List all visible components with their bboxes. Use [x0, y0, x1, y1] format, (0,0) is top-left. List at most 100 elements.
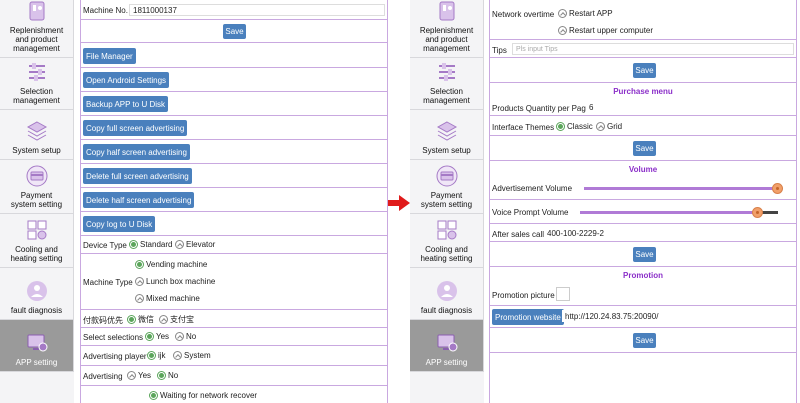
- sidebar-item-app-setting[interactable]: APP setting: [410, 320, 484, 372]
- advertising-player-label: Advertising player: [83, 352, 147, 361]
- products-qty-input[interactable]: 6: [586, 101, 794, 113]
- machine-type-mixed-radio[interactable]: Mixed machine: [135, 294, 200, 303]
- file-manager-button[interactable]: File Manager: [83, 48, 136, 64]
- sidebar-item-payment[interactable]: Payment system setting: [0, 160, 74, 214]
- sidebar-item-replenishment[interactable]: Replenishment and product management: [410, 0, 484, 58]
- copy-full-screen-ad-button[interactable]: Copy full screen advertising: [83, 120, 188, 136]
- machine-no-label: Machine No.: [83, 6, 128, 15]
- restart-upper-computer-radio[interactable]: Restart upper computer: [558, 26, 653, 35]
- tips-row: Tips Pls input Tips: [490, 40, 796, 58]
- after-sales-row: After sales call 400-100-2229-2: [490, 224, 796, 242]
- waiting-network-radio[interactable]: Waiting for network recover: [149, 391, 257, 400]
- network-overtime-row: Network overtime Restart APP Restart upp…: [490, 0, 796, 40]
- advertising-player-row: Advertising player ijk System: [81, 346, 387, 366]
- advertising-row: Advertising Yes No: [81, 366, 387, 386]
- pay-code-alipay-radio[interactable]: 支付宝: [159, 314, 194, 325]
- sidebar-item-selection[interactable]: Selection management: [0, 58, 74, 110]
- purchase-menu-title: Purchase menu: [613, 87, 673, 96]
- save-button[interactable]: Save: [633, 141, 656, 156]
- voice-volume-slider[interactable]: [580, 207, 778, 218]
- theme-grid-radio[interactable]: Grid: [596, 122, 622, 131]
- replenishment-icon: [439, 1, 454, 21]
- machine-type-lunchbox-radio[interactable]: Lunch box machine: [135, 277, 215, 286]
- sidebar-item-system-setup[interactable]: System setup: [410, 110, 484, 160]
- select-selections-no-radio[interactable]: No: [175, 332, 196, 341]
- device-type-elevator-radio[interactable]: Elevator: [175, 240, 215, 249]
- after-sales-input[interactable]: 400-100-2229-2: [544, 227, 794, 239]
- copy-half-screen-ad-button[interactable]: Copy half screen advertising: [83, 144, 190, 160]
- right-settings-panel: Network overtime Restart APP Restart upp…: [489, 0, 797, 403]
- radio-selected-icon: [556, 122, 565, 131]
- select-selections-label: Select selections: [83, 333, 144, 342]
- sidebar-item-app-setting[interactable]: APP setting: [0, 320, 74, 372]
- radio-selected-icon: [127, 315, 136, 324]
- copy-log-button[interactable]: Copy log to U Disk: [83, 216, 156, 232]
- sidebar-item-system-setup[interactable]: System setup: [0, 110, 74, 160]
- pay-code-label: 付款码优先: [83, 316, 123, 325]
- left-settings-panel: Machine No. 1811000137 Save File Manager…: [80, 0, 388, 403]
- slider-knob[interactable]: [772, 183, 783, 194]
- right-arrow-icon: [388, 195, 410, 211]
- machine-type-vending-radio[interactable]: Vending machine: [135, 260, 207, 269]
- sidebar-item-cooling-heating[interactable]: Cooling and heating setting: [0, 214, 74, 268]
- theme-classic-radio[interactable]: Classic: [556, 122, 593, 131]
- fault-icon: [436, 281, 457, 301]
- sidebar-item-label: Payment system setting: [420, 191, 473, 209]
- slider-fill: [580, 211, 758, 214]
- promotion-website-input[interactable]: http://120.24.83.75:20090/: [562, 310, 794, 322]
- advertising-player-system-radio[interactable]: System: [173, 351, 211, 360]
- sidebar-item-replenishment[interactable]: Replenishment and product management: [0, 0, 74, 58]
- volume-title: Volume: [628, 165, 658, 174]
- promotion-website-button[interactable]: Promotion website: [492, 309, 564, 325]
- slider-knob[interactable]: [752, 207, 763, 218]
- open-android-settings-button[interactable]: Open Android Settings: [83, 72, 170, 88]
- promotion-picture-box[interactable]: [556, 287, 570, 301]
- save-button[interactable]: Save: [223, 24, 246, 39]
- delete-half-screen-ad-button[interactable]: Delete half screen advertising: [83, 192, 195, 208]
- radio-unselected-icon: [175, 332, 184, 341]
- pay-code-row: 付款码优先 微信 支付宝: [81, 310, 387, 328]
- radio-unselected-icon: [127, 371, 136, 380]
- app-setting-icon: [437, 334, 457, 352]
- radio-unselected-icon: [135, 277, 144, 286]
- delete-full-screen-ad-button[interactable]: Delete full screen advertising: [83, 168, 192, 184]
- sidebar-item-fault-diagnosis[interactable]: fault diagnosis: [0, 268, 74, 320]
- slider-fill: [584, 187, 778, 190]
- device-type-row: Device Type Standard Elevator: [81, 236, 387, 254]
- machine-no-input[interactable]: 1811000137: [129, 4, 385, 16]
- sidebar-item-fault-diagnosis[interactable]: fault diagnosis: [410, 268, 484, 320]
- advertising-yes-radio[interactable]: Yes: [127, 371, 151, 380]
- tips-input[interactable]: Pls input Tips: [512, 43, 794, 55]
- divider: [81, 42, 387, 43]
- sidebar-item-label: Payment system setting: [10, 191, 63, 209]
- advertising-player-ijk-radio[interactable]: ijk: [147, 351, 166, 360]
- ad-volume-slider[interactable]: [584, 183, 783, 194]
- promotion-picture-label: Promotion picture: [492, 291, 555, 300]
- sidebar-item-cooling-heating[interactable]: Cooling and heating setting: [410, 214, 484, 268]
- interface-themes-row: Interface Themes Classic Grid: [490, 116, 796, 136]
- sidebar-item-label: Cooling and heating setting: [10, 245, 63, 263]
- sidebar-item-label: Replenishment and product management: [419, 26, 474, 53]
- select-selections-yes-radio[interactable]: Yes: [145, 332, 169, 341]
- app-setting-icon: [27, 334, 47, 352]
- sidebar-item-label: Cooling and heating setting: [420, 245, 473, 263]
- save-button[interactable]: Save: [633, 63, 656, 78]
- promotion-title: Promotion: [623, 271, 663, 280]
- restart-app-radio[interactable]: Restart APP: [558, 9, 613, 18]
- save-button[interactable]: Save: [633, 333, 656, 348]
- advertising-no-radio[interactable]: No: [157, 371, 178, 380]
- fault-icon: [26, 281, 47, 301]
- sidebar-item-selection[interactable]: Selection management: [410, 58, 484, 110]
- voice-volume-label: Voice Prompt Volume: [492, 208, 569, 217]
- pay-code-wechat-radio[interactable]: 微信: [127, 314, 154, 325]
- sidebar-item-payment[interactable]: Payment system setting: [410, 160, 484, 214]
- device-type-standard-radio[interactable]: Standard: [129, 240, 172, 249]
- save-button[interactable]: Save: [633, 247, 656, 262]
- radio-selected-icon: [149, 391, 158, 400]
- payment-icon: [26, 165, 47, 187]
- sidebar-item-label: Selection management: [423, 87, 470, 105]
- backup-app-button[interactable]: Backup APP to U Disk: [83, 96, 168, 112]
- radio-unselected-icon: [159, 315, 168, 324]
- left-sidebar: Replenishment and product management Selec…: [0, 0, 74, 403]
- layers-icon: [436, 121, 457, 141]
